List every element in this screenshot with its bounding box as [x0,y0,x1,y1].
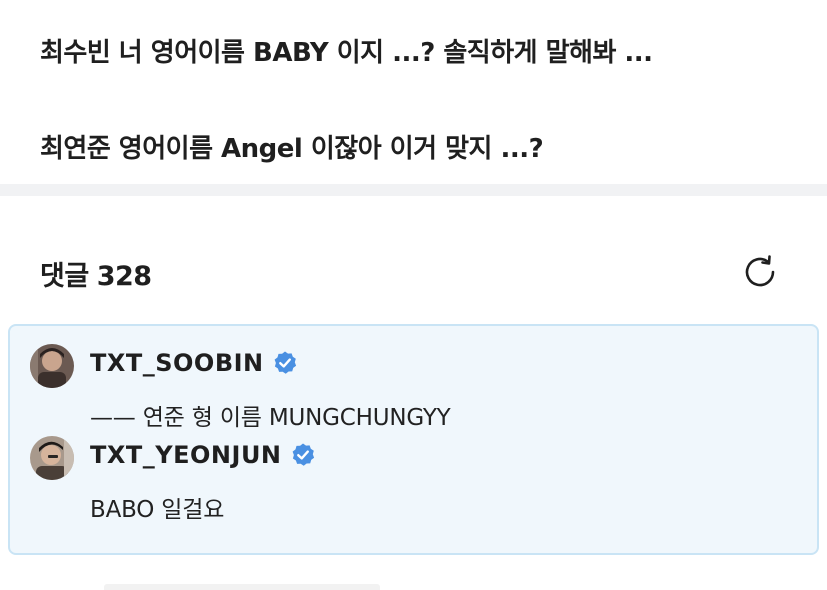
comment-author[interactable]: TXT_SOOBIN [90,349,264,377]
comment-text: BABO 일걸요 [90,497,225,523]
comment-author-row: TXT_YEONJUN [90,440,316,470]
post-text-line: 최수빈 너 영어이름 BABY 이지 ...? 솔직하게 말해봐 ... [40,38,653,68]
post-text-line: 최연준 영어이름 Angel 이잖아 이거 맞지 ...? [40,134,544,164]
verified-badge-icon [292,443,314,466]
refresh-icon [745,255,775,287]
comments-title: 댓글 328 [40,254,152,293]
highlighted-comment-thread: TXT_SOOBIN —— 연준 형 이름 MUNGCHUNGYY TXT_YE… [8,324,819,555]
avatar[interactable] [30,436,74,480]
comments-label: 댓글 [40,261,89,292]
comments-count: 328 [96,261,152,292]
refresh-button[interactable] [738,252,782,292]
post-body: 최수빈 너 영어이름 BABY 이지 ...? 솔직하게 말해봐 ... 최연준… [0,0,827,184]
comment-author[interactable]: TXT_YEONJUN [90,441,282,469]
section-divider [0,184,827,196]
comments-header: 댓글 328 [0,196,827,324]
comment-author-row: TXT_SOOBIN [90,348,298,378]
avatar[interactable] [30,344,74,388]
comment-text: —— 연준 형 이름 MUNGCHUNGYY [90,405,451,431]
verified-badge-icon [274,351,296,374]
next-comment-placeholder [104,584,380,590]
